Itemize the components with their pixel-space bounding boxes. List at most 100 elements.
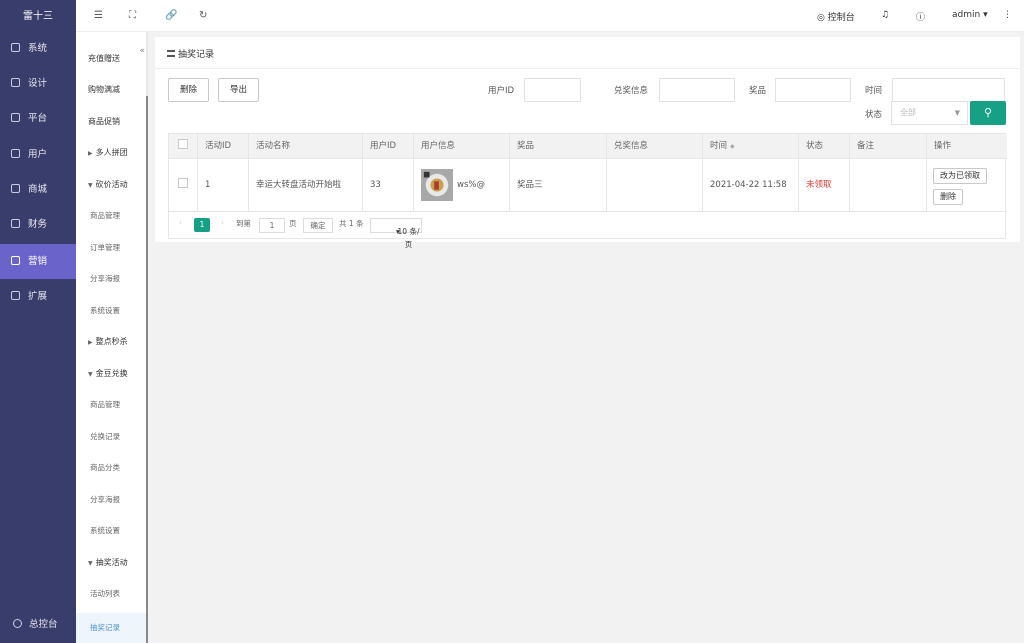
avatar xyxy=(421,168,453,201)
submenu-item[interactable]: 商品促销 xyxy=(76,109,146,135)
goto-label: 到第 xyxy=(236,219,251,228)
bell-icon[interactable]: ♫ xyxy=(881,10,889,20)
column-header: 奖品 xyxy=(509,134,606,158)
submenu-leaf[interactable]: 兑换记录 xyxy=(76,424,146,450)
sidebar-item-system[interactable]: 系统 xyxy=(0,31,76,66)
activity-id-cell: 1 xyxy=(197,159,248,211)
caret-right-icon: ▶ xyxy=(88,339,93,346)
row-checkbox[interactable] xyxy=(178,178,188,188)
search-icon: ⚲ xyxy=(983,106,993,119)
globe-icon: ◎ xyxy=(817,13,825,23)
link-icon[interactable]: 🔗 xyxy=(165,10,177,21)
more-icon[interactable]: ⋮ xyxy=(1003,10,1012,20)
submenu-leaf[interactable]: 订单管理 xyxy=(76,235,146,261)
export-button[interactable]: 导出 xyxy=(218,78,260,102)
content-card: 抽奖记录 删除 导出 用户ID 兑奖信息 奖品 时间 状态 全部 ▼ ⚲ 活动ID… xyxy=(155,37,1020,249)
submenu-leaf[interactable]: 活动列表 xyxy=(76,581,146,607)
status-label: 状态 xyxy=(865,110,883,120)
prize-cell: 奖品三 xyxy=(509,159,606,211)
delete-button[interactable]: 删除 xyxy=(168,78,210,102)
submenu-group[interactable]: ▼ 抽奖活动 xyxy=(76,550,146,576)
user-id-label: 用户ID xyxy=(488,86,515,96)
caret-right-icon: ▶ xyxy=(88,150,93,157)
search-button[interactable]: ⚲ xyxy=(970,101,1006,125)
prize-input[interactable] xyxy=(775,78,851,102)
table-row: 1 幸运大转盘活动开始啦 33 ws%@ 奖品三 2021-04-22 11:5… xyxy=(169,159,1007,212)
row-checkbox-cell xyxy=(169,159,197,211)
sidebar-item-finance[interactable]: 财务 xyxy=(0,207,76,242)
grid-icon xyxy=(11,291,20,300)
column-header: 状态 xyxy=(798,134,849,158)
sidebar-item-shop[interactable]: 商城 xyxy=(0,172,76,207)
redeem-info-input[interactable] xyxy=(659,78,735,102)
status-badge: 未领取 xyxy=(798,159,849,211)
help-icon[interactable]: ⓘ xyxy=(916,10,925,23)
status-select[interactable]: 全部 ▼ xyxy=(891,101,968,125)
refresh-icon[interactable]: ↻ xyxy=(199,10,207,21)
total-count: 共 1 条 xyxy=(339,219,364,228)
submenu-leaf[interactable]: 系统设置 xyxy=(76,518,146,544)
column-header: 用户信息 xyxy=(413,134,509,158)
actions-cell: 改为已领取 删除 xyxy=(926,159,1007,211)
time-input[interactable] xyxy=(892,78,1005,102)
user-id-input[interactable] xyxy=(524,78,581,102)
sort-icon: ◆ xyxy=(730,143,735,150)
submenu-leaf[interactable]: 分享海报 xyxy=(76,487,146,513)
row-delete-button[interactable]: 删除 xyxy=(933,189,963,205)
page-title: 抽奖记录 xyxy=(167,47,214,60)
fullscreen-icon[interactable]: ⛶ xyxy=(129,10,136,21)
user-menu[interactable]: admin ▾ xyxy=(952,10,988,20)
chevron-down-icon: ▼ xyxy=(954,109,960,117)
console-link[interactable]: ◎ 控制台 xyxy=(817,10,855,23)
column-header: 活动ID xyxy=(197,134,248,158)
submenu-group[interactable]: ▶ 多人拼团 xyxy=(76,140,146,166)
caret-down-icon: ▼ xyxy=(88,560,93,567)
sidebar-item-console[interactable]: 总控台 xyxy=(0,607,76,643)
goto-page-input[interactable]: 1 xyxy=(259,218,285,233)
sidebar-item-extend[interactable]: 扩展 xyxy=(0,279,76,314)
submenu-group[interactable]: ▼ 金豆兑换 xyxy=(76,361,146,387)
sidebar-item-marketing[interactable]: 营销 xyxy=(0,244,76,279)
submenu-leaf[interactable]: 分享海报 xyxy=(76,266,146,292)
caret-down-icon: ▼ xyxy=(88,182,93,189)
submenu-group[interactable]: ▼ 砍价活动 xyxy=(76,172,146,198)
column-header-time[interactable]: 时间 ◆ xyxy=(702,134,798,158)
page-size-select[interactable]: 10 条/页 ▾ xyxy=(370,218,422,249)
column-header: 兑奖信息 xyxy=(606,134,702,158)
record-table: 活动ID 活动名称 用户ID 用户信息 奖品 兑奖信息 时间 ◆ 状态 备注 操作… xyxy=(168,133,1007,249)
select-all-checkbox[interactable] xyxy=(178,139,188,149)
divider xyxy=(155,68,1020,69)
sidebar-item-user[interactable]: 用户 xyxy=(0,137,76,172)
submenu-leaf[interactable]: 系统设置 xyxy=(76,298,146,324)
submenu-leaf[interactable]: 商品管理 xyxy=(76,203,146,229)
submenu-leaf-active[interactable]: 抽奖记录 xyxy=(76,613,146,643)
menu-toggle-icon[interactable]: ☰ xyxy=(94,10,103,21)
dashboard-icon xyxy=(13,619,22,628)
list-icon xyxy=(167,50,175,57)
remark-cell xyxy=(849,159,926,211)
next-page-icon[interactable]: › xyxy=(221,218,224,227)
sidebar-item-design[interactable]: 设计 xyxy=(0,66,76,101)
goto-confirm-button[interactable]: 确定 xyxy=(303,218,333,233)
sidebar-item-platform[interactable]: 平台 xyxy=(0,101,76,136)
time-label: 时间 xyxy=(865,86,883,96)
page-unit-label: 页 xyxy=(289,219,297,228)
time-cell: 2021-04-22 11:58 xyxy=(702,159,798,211)
shop-icon xyxy=(11,184,20,193)
submenu-scrollbar[interactable] xyxy=(146,96,148,643)
redeem-info-cell xyxy=(606,159,702,211)
submenu-item[interactable]: 充值赠送 xyxy=(76,46,146,72)
mark-claimed-button[interactable]: 改为已领取 xyxy=(933,168,987,184)
submenu-leaf[interactable]: 商品分类 xyxy=(76,455,146,481)
submenu-group[interactable]: ▶ 整点秒杀 xyxy=(76,329,146,355)
submenu-item[interactable]: 购物满减 xyxy=(76,77,146,103)
activity-name-cell: 幸运大转盘活动开始啦 xyxy=(248,159,362,211)
user-icon xyxy=(11,149,20,158)
column-header: 操作 xyxy=(926,134,1007,158)
finance-icon xyxy=(11,219,20,228)
page-current[interactable]: 1 xyxy=(194,218,210,232)
pagination: ‹ 1 › 到第 1 页 确定 共 1 条 10 条/页 ▾ xyxy=(169,212,1007,249)
caret-down-icon: ▾ xyxy=(983,10,988,20)
submenu-leaf[interactable]: 商品管理 xyxy=(76,392,146,418)
prev-page-icon[interactable]: ‹ xyxy=(179,218,182,227)
